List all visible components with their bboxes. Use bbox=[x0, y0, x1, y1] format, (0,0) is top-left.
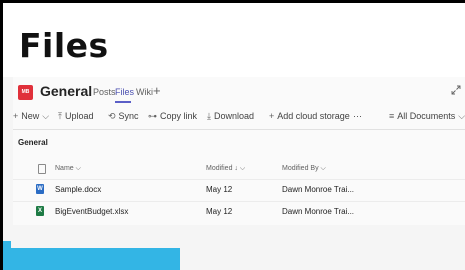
column-name-label: Name bbox=[55, 165, 74, 172]
file-modified-by: Dawn Monroe Trai... bbox=[282, 185, 355, 194]
plus-icon[interactable]: + bbox=[153, 83, 161, 98]
column-modified-label: Modified bbox=[206, 165, 233, 172]
frame-border-top bbox=[0, 0, 465, 3]
library-title: General bbox=[18, 138, 48, 147]
upload-button[interactable]: ⤒ Upload bbox=[58, 111, 94, 122]
expand-icon[interactable] bbox=[451, 85, 461, 95]
file-name[interactable]: Sample.docx bbox=[55, 185, 101, 194]
tab-wiki[interactable]: Wiki bbox=[136, 87, 153, 97]
upload-icon: ⤒ bbox=[58, 111, 62, 121]
new-label: New bbox=[21, 111, 40, 121]
active-tab-indicator bbox=[115, 101, 131, 103]
teams-files-panel: MB General Posts Files Wiki + + New ⌵ ⤒ Upl… bbox=[3, 77, 465, 270]
copy-link-button[interactable]: ⊶ Copy link bbox=[148, 111, 197, 122]
sort-descending-icon: ↓ bbox=[234, 165, 238, 172]
chevron-down-icon: ⌵ bbox=[239, 165, 246, 172]
row-divider bbox=[13, 201, 465, 202]
chevron-down-icon: ⌵ bbox=[320, 165, 326, 172]
new-button[interactable]: + New ⌵ bbox=[13, 111, 52, 122]
filter-icon: ≡ bbox=[389, 111, 395, 121]
table-row[interactable]: X BigEventBudget.xlsx May 12 Dawn Monroe… bbox=[13, 203, 465, 223]
channel-header: MB General Posts Files Wiki + bbox=[13, 81, 465, 105]
add-cloud-storage-button[interactable]: + Add cloud storage bbox=[269, 111, 350, 121]
file-modified: May 12 bbox=[206, 207, 233, 216]
column-modified-by-label: Modified By bbox=[282, 165, 319, 172]
more-button[interactable]: ··· bbox=[353, 111, 362, 121]
excel-file-icon: X bbox=[36, 206, 44, 216]
brand-accent-bar bbox=[3, 248, 180, 270]
channel-name: General bbox=[40, 83, 93, 99]
sync-icon: ⟲ bbox=[108, 111, 116, 121]
column-header-modified-by[interactable]: Modified By ⌵ bbox=[282, 165, 326, 173]
link-icon: ⊶ bbox=[148, 111, 157, 121]
tab-files[interactable]: Files bbox=[115, 87, 134, 97]
files-view: MB General Posts Files Wiki + + New ⌵ ⤒ Upl… bbox=[13, 77, 465, 225]
word-file-icon: W bbox=[36, 184, 44, 194]
team-avatar[interactable]: MB bbox=[18, 85, 33, 100]
chevron-down-icon: ⌵ bbox=[42, 111, 50, 121]
row-divider bbox=[13, 179, 465, 180]
command-bar: + New ⌵ ⤒ Upload ⟲ Sync ⊶ Copy link ⤓ Download… bbox=[13, 107, 465, 127]
file-type-icon bbox=[38, 164, 46, 174]
sync-label: Sync bbox=[118, 111, 139, 121]
toolbar-divider bbox=[13, 129, 465, 130]
sync-button[interactable]: ⟲ Sync bbox=[108, 111, 139, 122]
column-header-name[interactable]: Name ⌵ bbox=[55, 165, 81, 173]
file-modified-by: Dawn Monroe Trai... bbox=[282, 207, 355, 216]
download-label: Download bbox=[213, 111, 255, 121]
add-cloud-storage-label: Add cloud storage bbox=[277, 111, 350, 121]
file-modified: May 12 bbox=[206, 185, 233, 194]
column-header-modified[interactable]: Modified ↓ ⌵ bbox=[206, 165, 245, 173]
view-selector[interactable]: ≡ All Documents ⌵ bbox=[389, 111, 465, 122]
table-row[interactable]: W Sample.docx May 12 Dawn Monroe Trai... bbox=[13, 181, 465, 201]
chevron-down-icon: ⌵ bbox=[75, 165, 81, 172]
download-icon: ⤓ bbox=[207, 111, 211, 121]
chevron-down-icon: ⌵ bbox=[458, 111, 465, 121]
upload-label: Upload bbox=[64, 111, 94, 121]
view-label: All Documents bbox=[397, 111, 456, 121]
copy-link-label: Copy link bbox=[160, 111, 198, 121]
download-button[interactable]: ⤓ Download bbox=[207, 111, 254, 122]
plus-icon: + bbox=[269, 111, 275, 121]
page-title: Files bbox=[19, 26, 109, 65]
file-name[interactable]: BigEventBudget.xlsx bbox=[55, 207, 128, 216]
tab-posts[interactable]: Posts bbox=[93, 87, 116, 97]
plus-icon: + bbox=[13, 111, 19, 121]
